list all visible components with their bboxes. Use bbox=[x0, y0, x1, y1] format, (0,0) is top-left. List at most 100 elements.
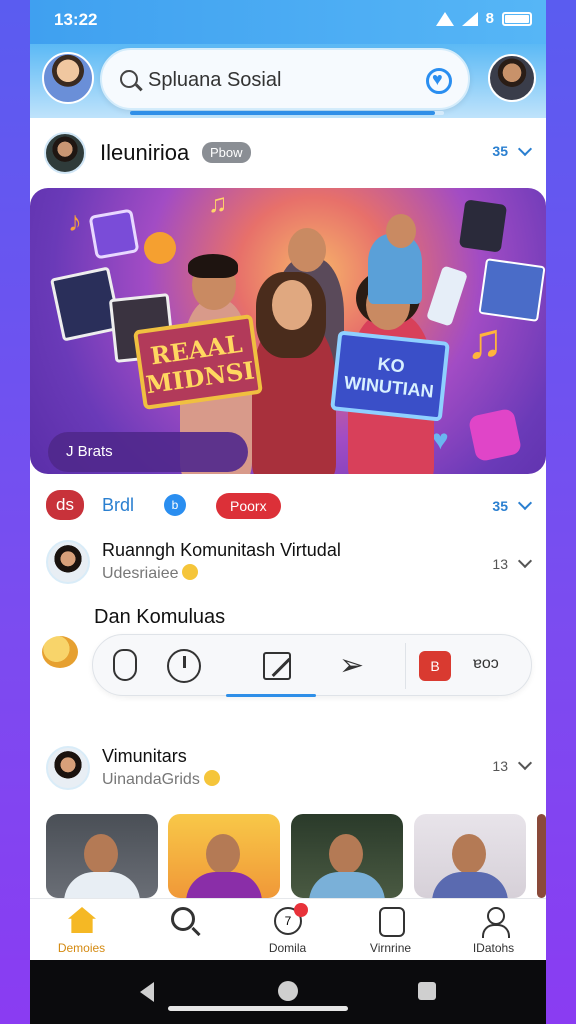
person-head bbox=[288, 228, 326, 272]
bottom-navigation: Demoies 7 Domila Virnrine IDatohs bbox=[30, 898, 546, 960]
status-extra: 8 bbox=[485, 10, 494, 27]
toolbar-active-indicator bbox=[226, 694, 316, 697]
chat-bubble-icon bbox=[144, 232, 176, 264]
wifi-icon bbox=[435, 11, 454, 26]
nav-label: Virnrine bbox=[369, 941, 412, 955]
battery-icon bbox=[502, 11, 532, 26]
thumbnail-face bbox=[84, 834, 118, 874]
nav-item-profile[interactable]: IDatohs bbox=[442, 899, 545, 961]
loading-progress-fill bbox=[130, 111, 435, 115]
coin-icon bbox=[42, 636, 78, 668]
chevron-down-icon[interactable] bbox=[517, 755, 533, 771]
person-head bbox=[386, 214, 416, 248]
loading-progress bbox=[130, 111, 444, 115]
smile-emoji-icon bbox=[182, 564, 199, 580]
post-author-name[interactable]: Ileunirioa bbox=[100, 140, 189, 166]
chevron-down-icon[interactable] bbox=[517, 553, 533, 569]
action-toolbar: ➢ B ɐoɔ bbox=[92, 634, 532, 696]
video-thumbnail[interactable] bbox=[537, 814, 546, 898]
nav-item-device[interactable]: Virnrine bbox=[339, 899, 442, 961]
thumbnail-face bbox=[452, 834, 486, 874]
nav-label: Demoies bbox=[57, 941, 106, 955]
thumbnail-face bbox=[329, 834, 363, 874]
phone-icon bbox=[425, 265, 469, 327]
list-item[interactable]: Ruanngh Komunitash Virtudal Udesriaiee 1… bbox=[30, 536, 546, 594]
music-note-icon: ♫ bbox=[208, 188, 228, 218]
mouse-icon[interactable] bbox=[113, 649, 137, 681]
video-thumbnail[interactable] bbox=[291, 814, 403, 898]
video-thumbnails bbox=[46, 814, 546, 898]
commenter-avatar[interactable] bbox=[46, 746, 90, 790]
clock-icon[interactable] bbox=[167, 649, 201, 683]
app-tile-icon bbox=[458, 199, 508, 253]
comment-title: Vimunitars bbox=[102, 746, 187, 766]
hero-image[interactable]: ♪ ♫ ♫ ♥ REAAL MIDNSI KO WINUTIAN J Brats bbox=[30, 188, 546, 474]
thumbnail-body bbox=[432, 872, 508, 898]
tag-chip-post[interactable]: Poorx bbox=[216, 493, 281, 519]
send-icon[interactable]: ➢ bbox=[339, 649, 364, 683]
music-note-icon: ♪ bbox=[68, 206, 82, 237]
sign-board-right: KO WINUTIAN bbox=[330, 330, 450, 422]
app-tile-icon bbox=[467, 407, 523, 463]
hero-badge[interactable]: J Brats bbox=[48, 432, 248, 472]
compose-icon[interactable] bbox=[263, 652, 291, 680]
list-item[interactable]: Vimunitars UinandaGrids 13 bbox=[30, 742, 546, 800]
nav-item-notifications[interactable]: 7 Domila bbox=[236, 899, 339, 961]
comment-subtitle: UinandaGrids bbox=[102, 770, 220, 789]
tool-badge[interactable]: B bbox=[419, 651, 451, 681]
post-author-avatar[interactable] bbox=[44, 132, 86, 174]
search-input[interactable]: Spluana Sosial bbox=[148, 69, 281, 92]
profile-icon bbox=[482, 907, 510, 938]
music-note-icon: ♫ bbox=[466, 313, 504, 369]
status-time: 13:22 bbox=[54, 10, 98, 29]
search-header: Spluana Sosial bbox=[30, 44, 546, 118]
sign-board-left: REAAL MIDNSI bbox=[133, 314, 263, 410]
nav-item-search[interactable] bbox=[133, 899, 236, 961]
search-icon bbox=[171, 907, 195, 931]
profile-avatar[interactable] bbox=[42, 52, 94, 104]
video-thumbnail[interactable] bbox=[414, 814, 526, 898]
section-title: Dan Komuluas bbox=[94, 606, 226, 628]
recent-apps-icon[interactable] bbox=[418, 982, 436, 1000]
video-thumbnail[interactable] bbox=[168, 814, 280, 898]
heart-icon: ♥ bbox=[432, 424, 449, 455]
device-icon bbox=[379, 907, 405, 937]
nav-label: Domila bbox=[268, 941, 307, 955]
post-header: Ileunirioa Pbow 35 bbox=[30, 124, 546, 182]
nav-item-home[interactable]: Demoies bbox=[30, 899, 133, 961]
tag-chip-red[interactable]: ds bbox=[46, 490, 84, 520]
comment-count: 13 bbox=[492, 758, 508, 774]
gesture-bar bbox=[168, 1006, 348, 1011]
back-icon[interactable] bbox=[140, 982, 154, 1002]
chat-icon[interactable]: b bbox=[164, 494, 186, 516]
status-bar: 13:22 8 bbox=[30, 0, 546, 44]
status-icons: 8 bbox=[435, 10, 532, 27]
post-badge: Pbow bbox=[202, 142, 251, 163]
thumbnail-body bbox=[309, 872, 385, 898]
chevron-down-icon[interactable] bbox=[517, 495, 533, 511]
app-screen: 13:22 8 Spluana Sosial Ileunirioa Pbow 3… bbox=[30, 0, 546, 1024]
person-head bbox=[272, 280, 312, 330]
friend-avatar[interactable] bbox=[488, 54, 536, 102]
post-count: 35 bbox=[492, 143, 508, 159]
tag-count: 35 bbox=[492, 498, 508, 514]
more-options[interactable]: ɐoɔ bbox=[473, 655, 499, 673]
thumbnail-body bbox=[186, 872, 262, 898]
video-thumbnail[interactable] bbox=[46, 814, 158, 898]
comment-subtitle: Udesriaiee bbox=[102, 564, 199, 583]
tag-link[interactable]: Brdl bbox=[102, 495, 134, 516]
favorite-icon[interactable] bbox=[426, 68, 452, 94]
signal-icon bbox=[461, 11, 478, 26]
commenter-avatar[interactable] bbox=[46, 540, 90, 584]
comment-count: 13 bbox=[492, 556, 508, 572]
tag-row: ds Brdl b Poorx 35 bbox=[30, 486, 546, 526]
thumbnail-body bbox=[64, 872, 140, 898]
search-bar[interactable]: Spluana Sosial bbox=[100, 48, 470, 110]
system-navigation-bar bbox=[30, 960, 546, 1024]
home-button-icon[interactable] bbox=[278, 981, 298, 1001]
toolbar-divider bbox=[405, 643, 406, 689]
home-icon bbox=[68, 907, 96, 933]
search-icon bbox=[120, 70, 138, 88]
comment-title: Ruanngh Komunitash Virtudal bbox=[102, 540, 341, 560]
chevron-down-icon[interactable] bbox=[517, 141, 533, 157]
